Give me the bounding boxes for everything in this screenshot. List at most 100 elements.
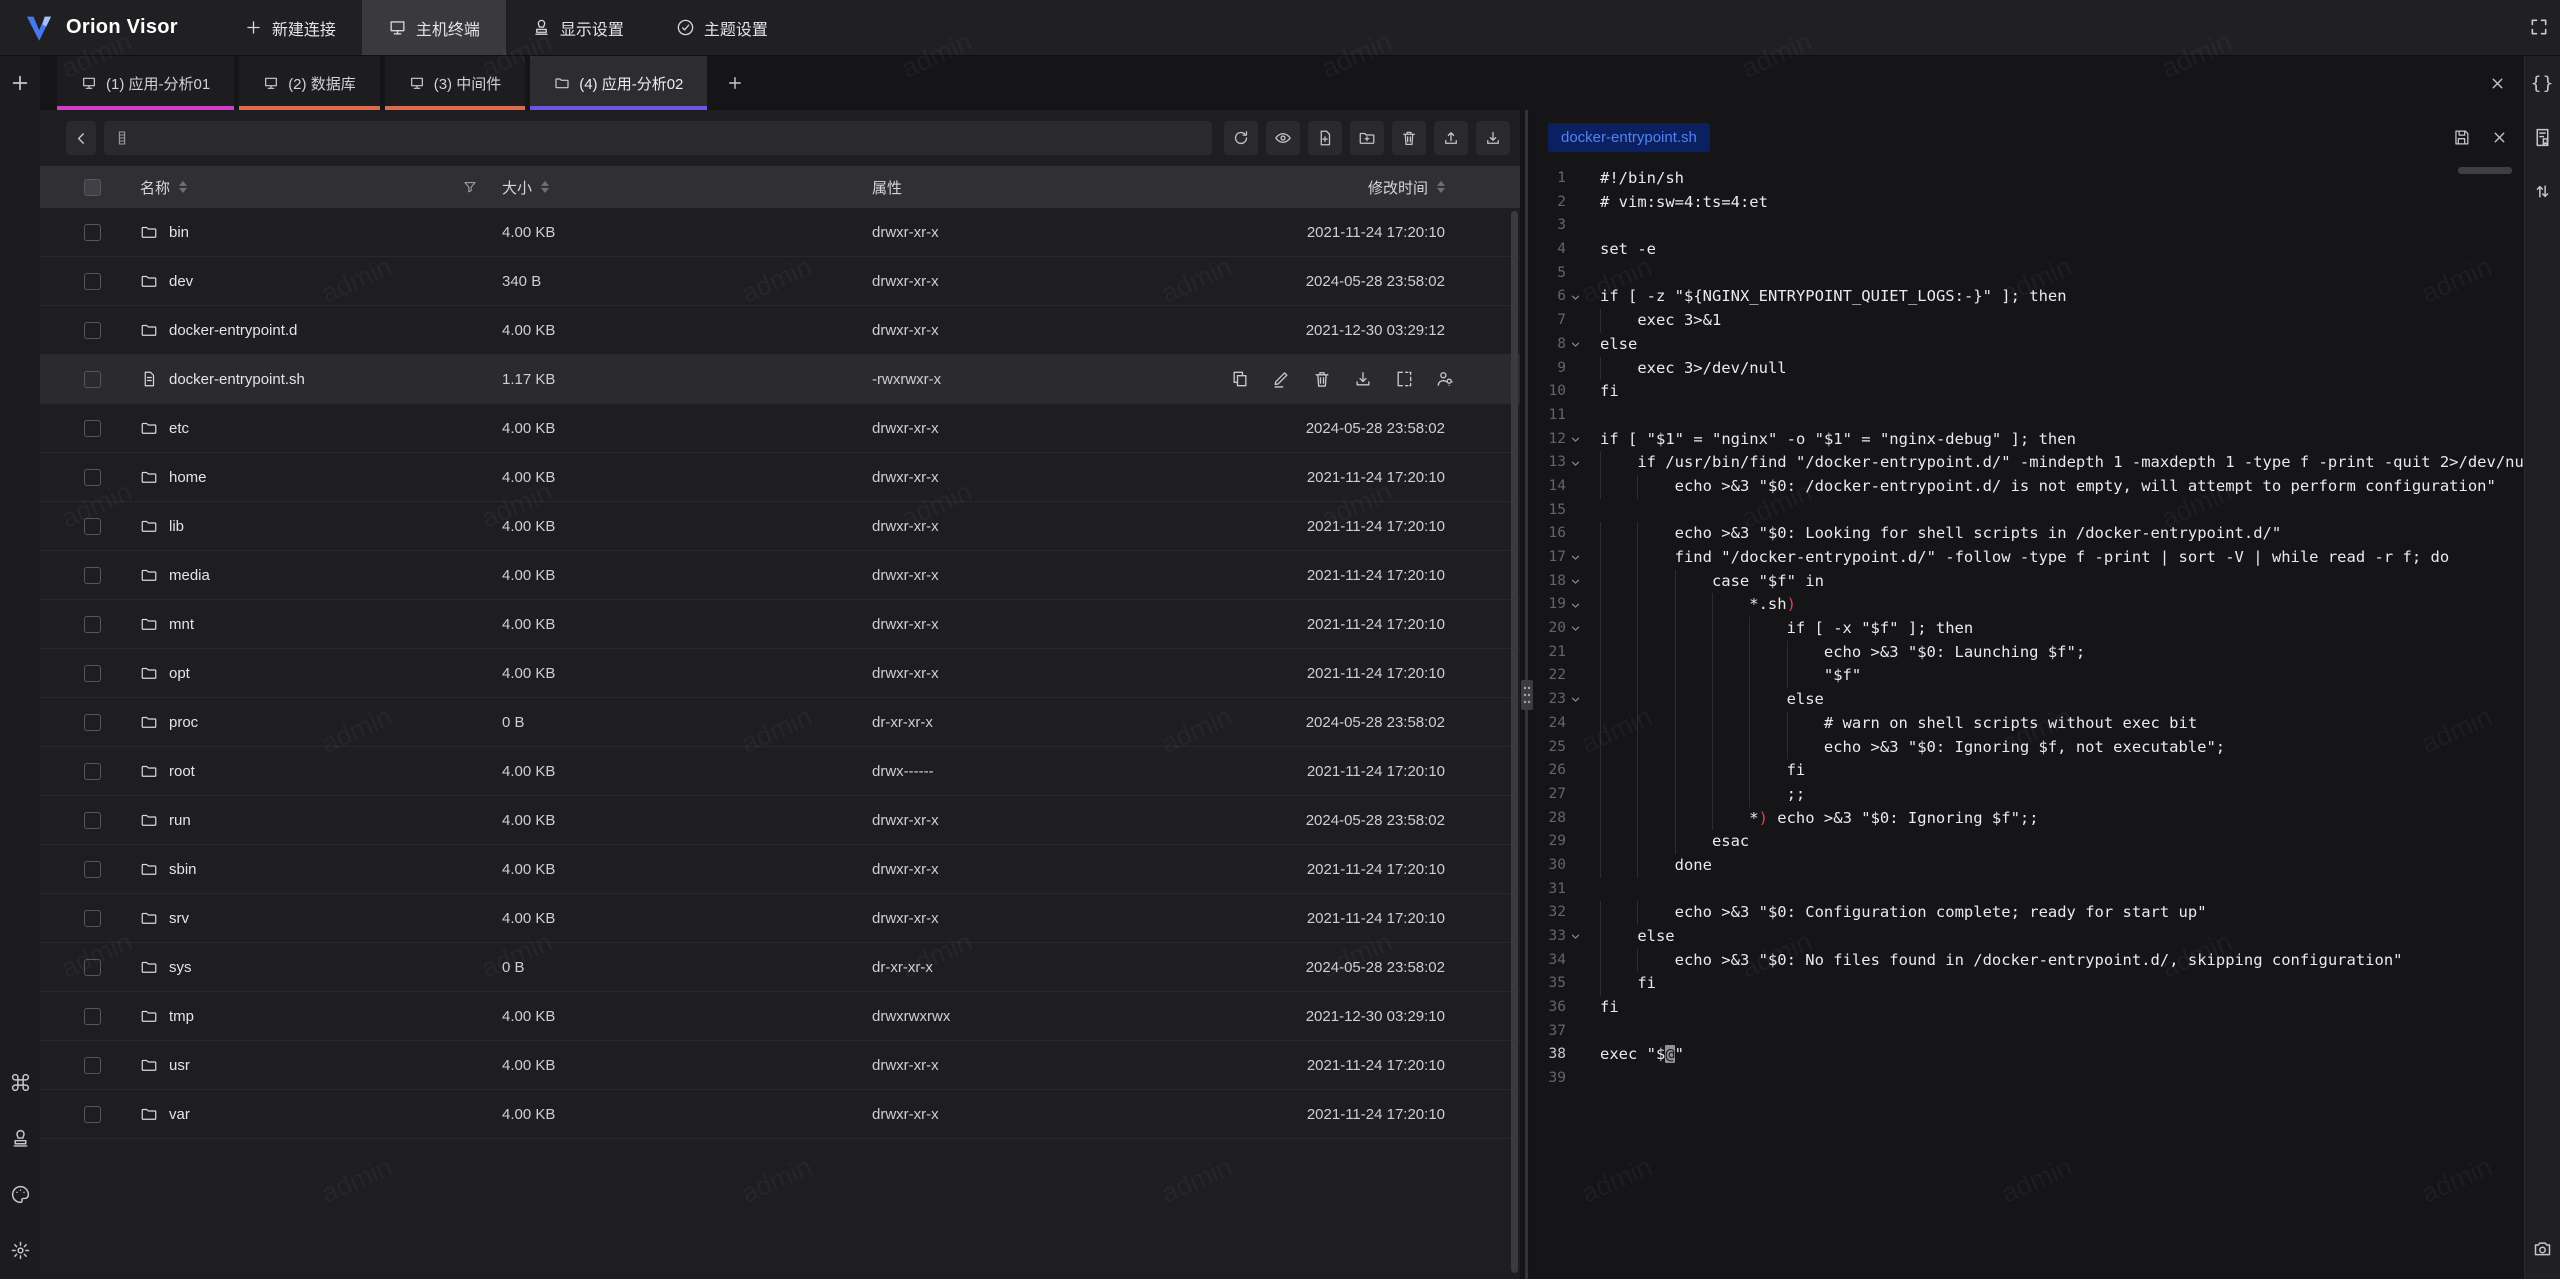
table-row[interactable]: dev340 Bdrwxr-xr-x2024-05-28 23:58:02 [40,257,1520,306]
sort-mtime-control[interactable] [1437,181,1445,193]
row-name[interactable]: run [169,812,191,829]
table-row[interactable]: bin4.00 KBdrwxr-xr-x2021-11-24 17:20:10 [40,208,1520,257]
row-name[interactable]: srv [169,910,189,927]
row-checkbox[interactable] [84,273,101,290]
rail-stamp-button[interactable] [5,1123,35,1153]
row-checkbox[interactable] [84,567,101,584]
fold-chevron-icon[interactable] [1566,451,1584,475]
row-checkbox[interactable] [84,1057,101,1074]
session-tab[interactable]: (4) 应用-分析02 [530,56,707,110]
table-row[interactable]: proc0 Bdr-xr-xr-x2024-05-28 23:58:02 [40,698,1520,747]
menu-item[interactable]: 主题设置 [650,0,794,55]
row-name[interactable]: tmp [169,1008,194,1025]
session-tab[interactable]: (3) 中间件 [385,56,526,110]
fold-chevron-icon[interactable] [1566,925,1584,949]
row-name[interactable]: docker-entrypoint.sh [169,371,305,388]
fold-chevron-icon[interactable] [1566,593,1584,617]
row-download-button[interactable] [1353,369,1373,389]
row-checkbox[interactable] [84,714,101,731]
close-all-button[interactable] [2482,68,2512,98]
refresh-button[interactable] [1224,121,1258,155]
rail-command-button[interactable] [5,1067,35,1097]
eye-button[interactable] [1266,121,1300,155]
download-button[interactable] [1476,121,1510,155]
row-checkbox[interactable] [84,224,101,241]
trash-button[interactable] [1392,121,1426,155]
path-input[interactable] [130,121,1212,155]
table-row[interactable]: docker-entrypoint.d4.00 KBdrwxr-xr-x2021… [40,306,1520,355]
menu-item[interactable]: 新建连接 [218,0,362,55]
row-checkbox[interactable] [84,1008,101,1025]
row-checkbox[interactable] [84,616,101,633]
table-row[interactable]: usr4.00 KBdrwxr-xr-x2021-11-24 17:20:10 [40,1041,1520,1090]
add-tab-button[interactable] [712,56,758,110]
table-row[interactable]: sys0 Bdr-xr-xr-x2024-05-28 23:58:02 [40,943,1520,992]
row-name[interactable]: opt [169,665,190,682]
row-name[interactable]: home [169,469,207,486]
fullscreen-button[interactable] [2522,10,2556,44]
table-row[interactable]: lib4.00 KBdrwxr-xr-x2021-11-24 17:20:10 [40,502,1520,551]
rail-camera-button[interactable] [2528,1233,2558,1263]
row-checkbox[interactable] [84,420,101,437]
row-checkbox[interactable] [84,812,101,829]
rail-sort-vertical-button[interactable] [2528,176,2558,206]
sort-size-control[interactable] [541,181,549,193]
row-name[interactable]: bin [169,224,189,241]
upload-button[interactable] [1434,121,1468,155]
table-row[interactable]: docker-entrypoint.sh1.17 KB-rwxrwxr-x [40,355,1520,404]
table-row[interactable]: opt4.00 KBdrwxr-xr-x2021-11-24 17:20:10 [40,649,1520,698]
row-checkbox[interactable] [84,910,101,927]
row-checkbox[interactable] [84,959,101,976]
row-name[interactable]: var [169,1106,190,1123]
fold-chevron-icon[interactable] [1566,333,1584,357]
row-checkbox[interactable] [84,469,101,486]
row-name[interactable]: dev [169,273,193,290]
file-plus-button[interactable] [1308,121,1342,155]
file-list-scrollbar[interactable] [1511,211,1518,1273]
row-checkbox[interactable] [84,763,101,780]
back-button[interactable] [66,121,96,155]
code-editor[interactable]: 1#!/bin/sh2# vim:sw=4:ts=4:et34set -e56i… [1534,164,2524,1279]
rail-palette-button[interactable] [5,1179,35,1209]
save-button[interactable] [2446,122,2476,152]
row-delete-button[interactable] [1312,369,1332,389]
select-all-checkbox[interactable] [84,179,101,196]
sort-name-control[interactable] [179,181,187,193]
fold-chevron-icon[interactable] [1566,428,1584,452]
rail-gear-button[interactable] [5,1235,35,1265]
new-tab-button[interactable] [5,68,35,98]
row-checkbox[interactable] [84,518,101,535]
fold-chevron-icon[interactable] [1566,617,1584,641]
row-checkbox[interactable] [84,322,101,339]
table-row[interactable]: sbin4.00 KBdrwxr-xr-x2021-11-24 17:20:10 [40,845,1520,894]
row-name[interactable]: lib [169,518,184,535]
table-row[interactable]: run4.00 KBdrwxr-xr-x2024-05-28 23:58:02 [40,796,1520,845]
table-row[interactable]: srv4.00 KBdrwxr-xr-x2021-11-24 17:20:10 [40,894,1520,943]
app-logo[interactable]: Orion Visor [0,11,178,45]
menu-item[interactable]: 主机终端 [362,0,506,55]
rail-braces-button[interactable]: {} [2528,68,2558,98]
fold-chevron-icon[interactable] [1566,570,1584,594]
table-row[interactable]: media4.00 KBdrwxr-xr-x2021-11-24 17:20:1… [40,551,1520,600]
table-row[interactable]: mnt4.00 KBdrwxr-xr-x2021-11-24 17:20:10 [40,600,1520,649]
table-row[interactable]: home4.00 KBdrwxr-xr-x2021-11-24 17:20:10 [40,453,1520,502]
table-row[interactable]: tmp4.00 KBdrwxrwxrwx2021-12-30 03:29:10 [40,992,1520,1041]
row-name[interactable]: sbin [169,861,197,878]
fold-chevron-icon[interactable] [1566,285,1584,309]
rail-doc-bookmark-button[interactable] [2528,122,2558,152]
filter-icon[interactable] [462,179,478,195]
row-permission-button[interactable] [1435,369,1455,389]
row-edit-button[interactable] [1271,369,1291,389]
row-checkbox[interactable] [84,861,101,878]
session-tab[interactable]: (2) 数据库 [239,56,380,110]
fold-chevron-icon[interactable] [1566,688,1584,712]
row-name[interactable]: root [169,763,195,780]
row-copy-button[interactable] [1230,369,1250,389]
folder-plus-button[interactable] [1350,121,1384,155]
row-name[interactable]: sys [169,959,192,976]
editor-scrollbar[interactable] [2458,167,2512,174]
editor-close-button[interactable] [2484,122,2514,152]
table-row[interactable]: etc4.00 KBdrwxr-xr-x2024-05-28 23:58:02 [40,404,1520,453]
row-name[interactable]: mnt [169,616,194,633]
row-name[interactable]: proc [169,714,198,731]
